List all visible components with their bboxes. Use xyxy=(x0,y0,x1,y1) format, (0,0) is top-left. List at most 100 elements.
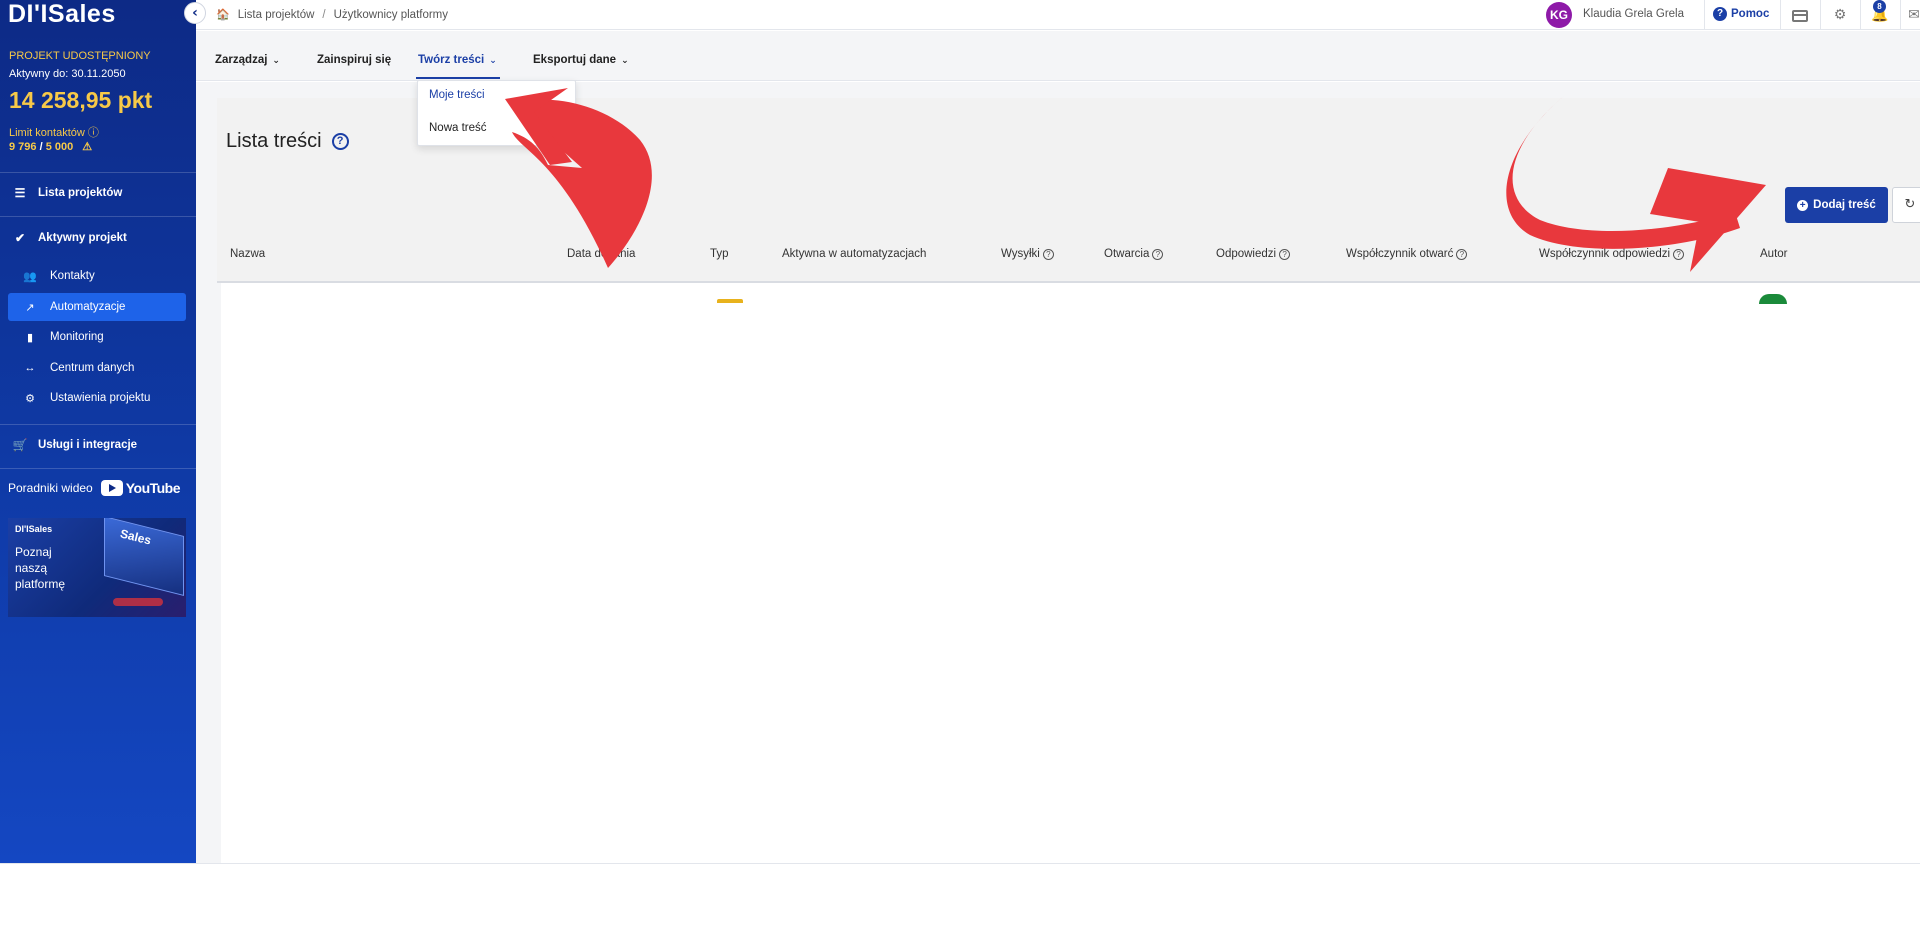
sidebar-item-data-center[interactable]: ↔ Centrum danych xyxy=(8,354,186,382)
sidebar-item-contacts[interactable]: 👥 Kontakty xyxy=(8,262,186,290)
sidebar-item-label: Ustawienia projektu xyxy=(50,392,151,404)
column-header-type[interactable]: Typ xyxy=(710,248,729,260)
column-header-active-in-automations[interactable]: Aktywna w automatyzacjach xyxy=(782,248,926,260)
topbar-divider xyxy=(1704,0,1705,30)
column-header-open-rate[interactable]: Współczynnik otwarć? xyxy=(1346,248,1468,260)
help-label: Pomoc xyxy=(1731,8,1770,20)
help-icon[interactable]: ? xyxy=(1042,248,1054,260)
contact-limit-values: 9 796 / 5 000 ⚠ xyxy=(9,140,92,153)
project-status: PROJEKT UDOSTĘPNIONY xyxy=(9,50,151,62)
sidebar: DI'ISales PROJEKT UDOSTĘPNIONY Aktywny d… xyxy=(0,0,196,863)
sidebar-item-project-settings[interactable]: ⚙ Ustawienia projektu xyxy=(8,384,186,412)
column-header-label: Autor xyxy=(1760,248,1788,260)
settings-icon: ⚙ xyxy=(25,392,35,405)
column-header-sends[interactable]: Wysyłki? xyxy=(1001,248,1054,260)
dropdown-item-my-content[interactable]: Moje treści xyxy=(429,89,485,101)
sidebar-item-label: Lista projektów xyxy=(38,187,123,199)
billing-card-icon[interactable] xyxy=(1790,5,1810,25)
breadcrumb-item[interactable]: Lista projektów xyxy=(238,9,315,21)
video-tutorials-label: Poradniki wideo xyxy=(8,481,93,495)
column-header-label: Aktywna w automatyzacjach xyxy=(782,248,927,260)
content-card: Lista treści ? + Dodaj treść ↻ Nazwa Dat… xyxy=(217,98,1920,863)
app-root: DI'ISales PROJEKT UDOSTĘPNIONY Aktywny d… xyxy=(0,0,1920,930)
sidebar-item-label: Centrum danych xyxy=(50,362,135,374)
promo-decoration xyxy=(113,598,163,606)
points-balance: 14 258,95 pkt xyxy=(9,87,153,113)
monitoring-icon: ▮ xyxy=(26,331,34,344)
topbar: 🏠 Lista projektów / Użytkownicy platform… xyxy=(196,0,1920,30)
column-header-label: Współczynnik odpowiedzi xyxy=(1539,248,1671,260)
user-name[interactable]: Klaudia Grela Grela xyxy=(1583,8,1684,20)
topbar-divider xyxy=(1820,0,1821,30)
home-icon[interactable]: 🏠 xyxy=(216,8,230,21)
mail-icon[interactable]: ✉ xyxy=(1904,5,1920,25)
column-header-author[interactable]: Autor xyxy=(1760,248,1788,260)
column-header-label: Wysyłki xyxy=(1001,248,1040,260)
check-icon: ✔ xyxy=(14,231,26,245)
menu-manage[interactable]: Zarządzaj ⌄ xyxy=(215,54,280,66)
brand-logo[interactable]: DI'ISales xyxy=(8,0,116,30)
plus-icon: + xyxy=(1797,199,1809,211)
avatar[interactable]: KG xyxy=(1546,2,1572,28)
contact-limit-total: 5 000 xyxy=(45,141,74,153)
sidebar-item-services[interactable]: 🛒 Usługi i integracje xyxy=(12,435,138,455)
menu-inspire[interactable]: Zainspiruj się xyxy=(317,54,391,66)
warning-icon: ⚠ xyxy=(82,141,93,153)
notification-count-badge: 8 xyxy=(1873,0,1886,13)
column-header-date-added[interactable]: Data dodania xyxy=(567,248,635,260)
card-edge xyxy=(217,283,221,863)
chevron-down-icon: ⌄ xyxy=(272,56,280,66)
help-icon[interactable]: ? xyxy=(1456,248,1468,260)
menu-manage-label: Zarządzaj xyxy=(215,54,268,66)
breadcrumb-separator: / xyxy=(322,8,326,21)
column-header-reply-rate[interactable]: Współczynnik odpowiedzi? xyxy=(1539,248,1685,260)
contact-limit-used: 9 796 xyxy=(9,141,37,153)
contacts-icon: 👥 xyxy=(23,270,37,283)
contact-limit-separator: / xyxy=(36,141,46,153)
promo-screen-image xyxy=(104,518,184,596)
data-center-icon: ↔ xyxy=(24,362,36,374)
breadcrumb: 🏠 Lista projektów / Użytkownicy platform… xyxy=(216,8,448,22)
sidebar-item-monitoring[interactable]: ▮ Monitoring xyxy=(8,323,186,351)
sidebar-divider xyxy=(0,424,196,425)
table-header-border xyxy=(217,281,1920,283)
sidebar-item-label: Kontakty xyxy=(50,270,95,282)
video-tutorials-link[interactable]: Poradniki wideo YouTube xyxy=(8,480,181,496)
help-button[interactable]: ? Pomoc xyxy=(1713,7,1769,21)
page-bottom-border xyxy=(0,863,1920,864)
column-header-name[interactable]: Nazwa xyxy=(230,248,265,260)
sidebar-item-active-project[interactable]: ✔ Aktywny projekt xyxy=(12,228,127,248)
menu-create-content-label: Twórz treści xyxy=(418,54,485,66)
promo-banner[interactable]: DI'ISales Poznaj naszą platformę Sales xyxy=(8,518,186,617)
column-header-replies[interactable]: Odpowiedzi? xyxy=(1216,248,1291,260)
promo-text: Poznaj naszą platformę xyxy=(15,545,66,591)
column-header-label: Otwarcia xyxy=(1104,248,1150,260)
youtube-logo: YouTube xyxy=(100,480,181,496)
help-icon[interactable]: ? xyxy=(1152,248,1164,260)
help-icon[interactable]: ? xyxy=(1279,248,1291,260)
add-content-button[interactable]: + Dodaj treść xyxy=(1785,187,1888,223)
page-title-text: Lista treści xyxy=(226,130,322,152)
dropdown-item-new-content[interactable]: Nowa treść xyxy=(429,122,487,134)
youtube-wordmark: YouTube xyxy=(125,480,181,496)
sidebar-item-label: Aktywny projekt xyxy=(38,232,127,244)
create-content-dropdown: Moje treści Nowa treść xyxy=(417,80,576,146)
author-avatar xyxy=(1759,294,1787,304)
help-icon[interactable]: ? xyxy=(1673,248,1685,260)
sidebar-item-label: Automatyzacje xyxy=(50,301,126,313)
help-icon[interactable]: ? xyxy=(331,133,349,150)
sidebar-divider xyxy=(0,216,196,217)
sidebar-item-projects-list[interactable]: ☰ Lista projektów xyxy=(12,183,123,203)
menu-export-data[interactable]: Eksportuj dane ⌄ xyxy=(533,54,629,66)
column-header-opens[interactable]: Otwarcia? xyxy=(1104,248,1164,260)
sidebar-collapse-button[interactable]: ‹ xyxy=(184,2,206,24)
breadcrumb-item[interactable]: Użytkownicy platformy xyxy=(334,9,448,21)
column-header-label: Współczynnik otwarć xyxy=(1346,248,1454,260)
menu-create-content[interactable]: Twórz treści ⌄ xyxy=(418,54,497,66)
gear-icon[interactable]: ⚙ xyxy=(1830,5,1850,25)
sidebar-item-automations[interactable]: ↗ Automatyzacje xyxy=(8,293,186,321)
refresh-button[interactable]: ↻ xyxy=(1892,187,1920,223)
section-menu: Zarządzaj ⌄ Zainspiruj się Twórz treści ⌄ … xyxy=(196,31,1920,81)
project-active-until: Aktywny do: 30.11.2050 xyxy=(9,68,126,80)
sidebar-divider xyxy=(0,172,196,173)
